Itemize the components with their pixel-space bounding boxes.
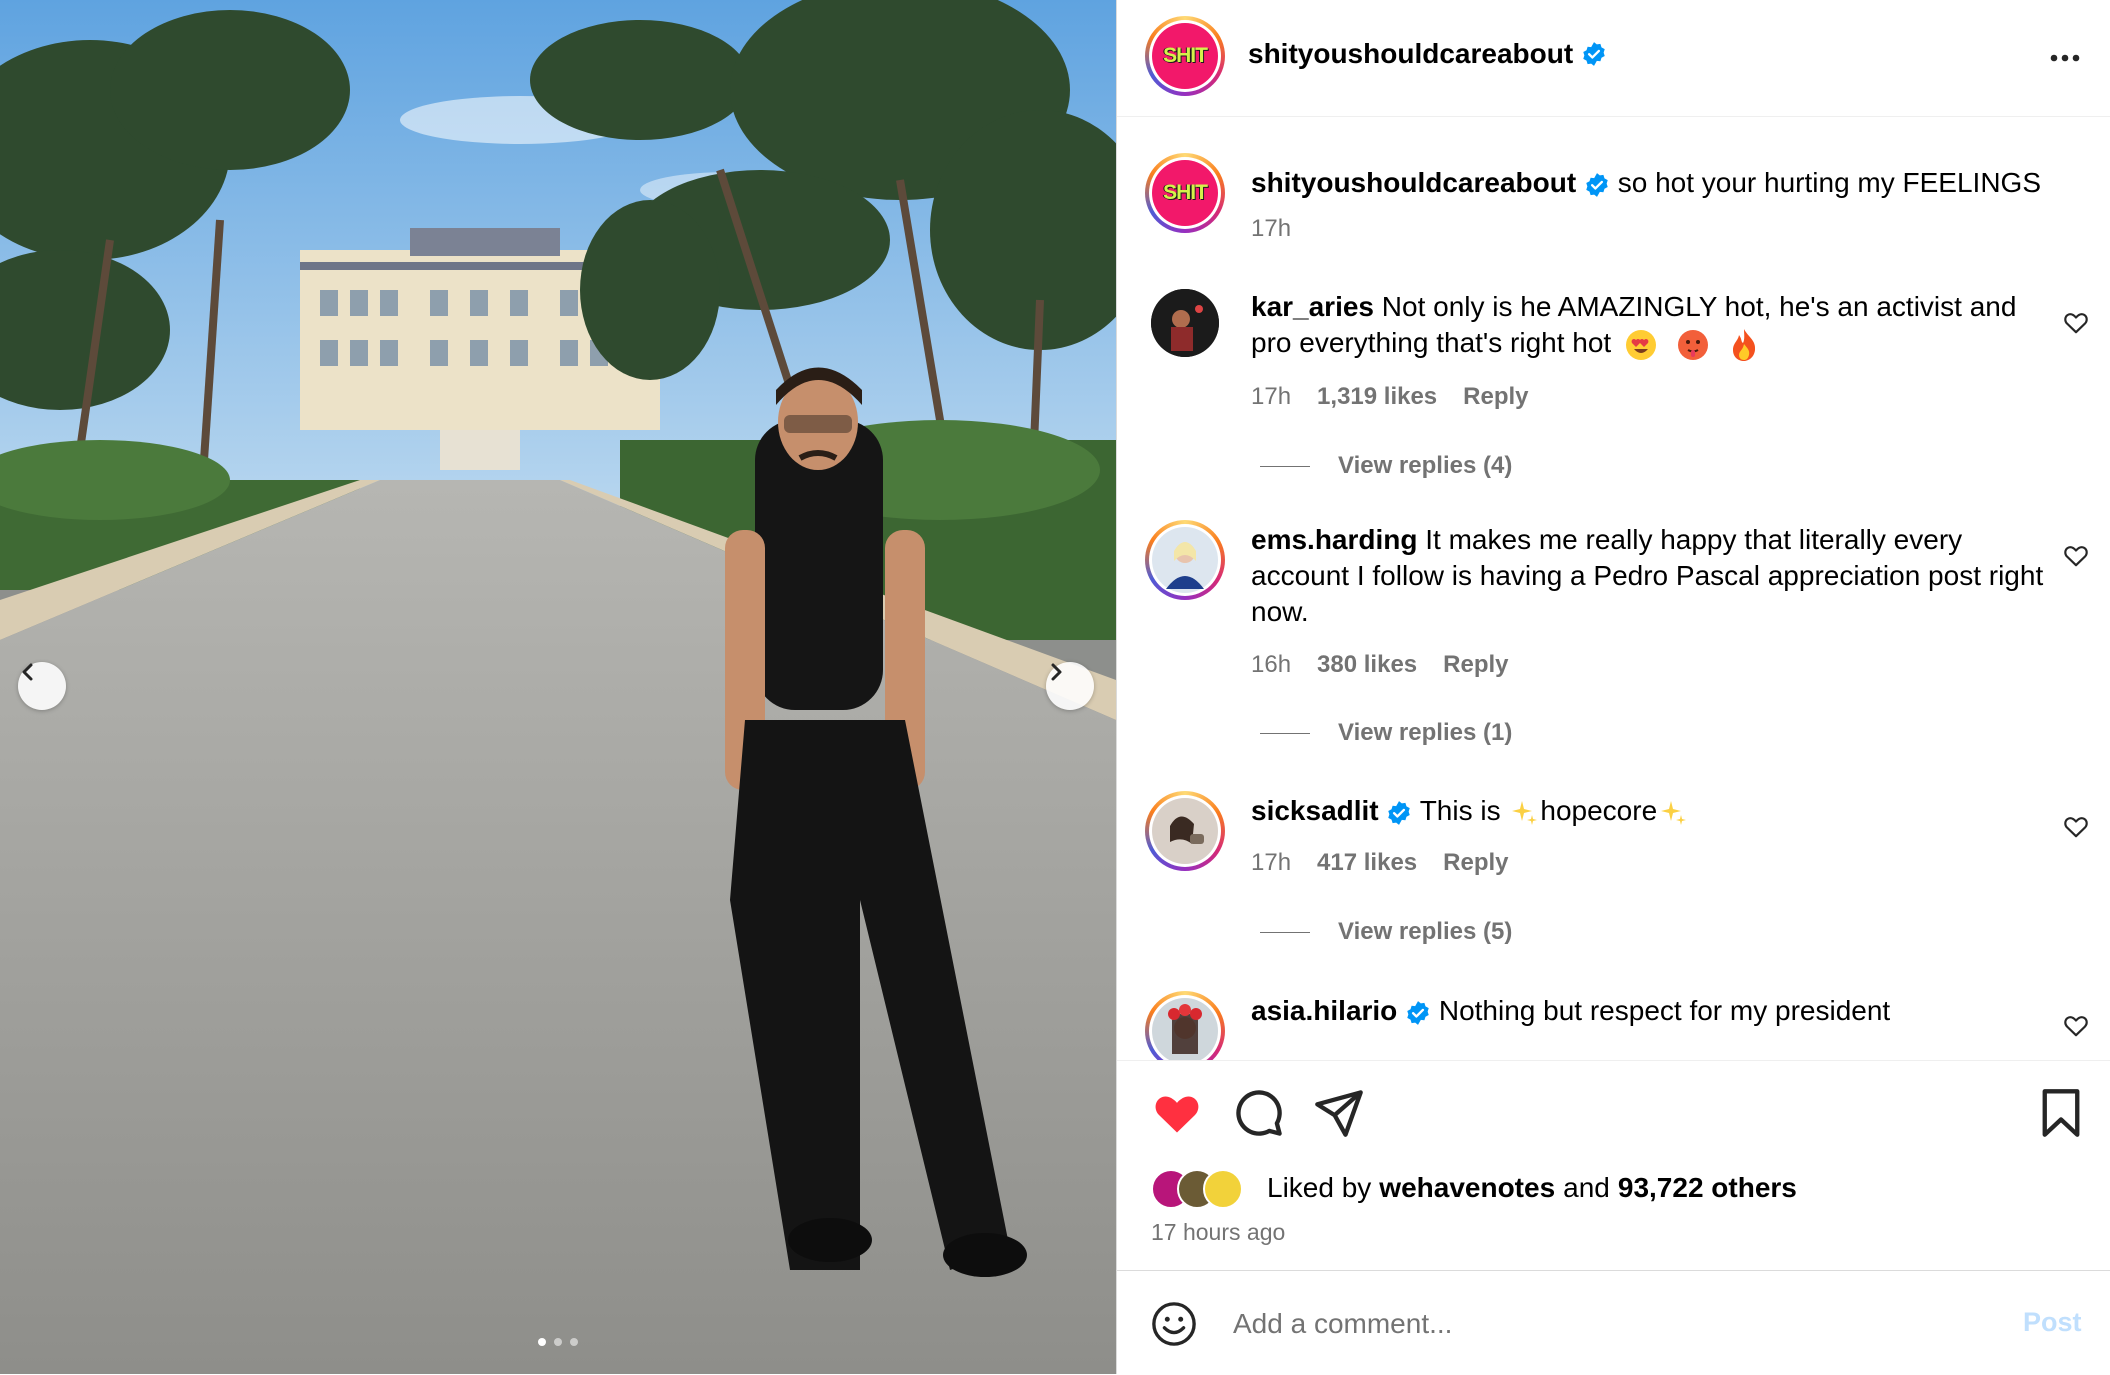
- comment-time: 17h: [1251, 383, 1292, 410]
- photo-illustration: [0, 0, 1116, 1374]
- view-replies-button[interactable]: View replies (1): [1260, 719, 1512, 747]
- chevron-left-icon: [22, 663, 33, 681]
- post-photo[interactable]: [0, 0, 1116, 1374]
- chevron-right-icon: [1051, 663, 1062, 681]
- more-horizontal-icon: [2050, 54, 2080, 62]
- caption: shityoushouldcareabout so hot your hurti…: [1251, 165, 2051, 201]
- replies-divider: [1260, 931, 1310, 933]
- comment-text-mid: hopecore: [1540, 795, 1658, 826]
- post-time-ago[interactable]: 17 hours ago: [1151, 1219, 1285, 1246]
- hot-face-emoji-icon: [1677, 329, 1708, 360]
- heart-eyes-emoji-icon: [1626, 329, 1656, 360]
- liked-by-avatars: [1151, 1169, 1259, 1209]
- comment-meta: 16h 380 likes Reply: [1251, 651, 1509, 679]
- carousel-dot: [554, 1338, 562, 1346]
- caption-logo-text: SHIT: [1163, 181, 1208, 204]
- replies-divider: [1260, 732, 1310, 734]
- comment-like-heart-icon[interactable]: [2063, 814, 2089, 840]
- comment-likes[interactable]: 1,319 likes: [1317, 383, 1437, 411]
- comment-text: Nothing but respect for my president: [1438, 995, 1891, 1026]
- liked-by-and: and: [1563, 1172, 1610, 1203]
- liker-avatar: [1203, 1169, 1243, 1209]
- commenter-avatar[interactable]: [1145, 520, 1225, 600]
- bookmark-icon[interactable]: [2039, 1087, 2083, 1139]
- avatar-photo: [1152, 527, 1218, 593]
- view-replies-label: View replies (5): [1338, 918, 1513, 945]
- comment-bubble-icon[interactable]: [1233, 1087, 1285, 1139]
- comment-like-heart-icon[interactable]: [2063, 1013, 2089, 1039]
- comment-1: kar_aries Not only is he AMAZINGLY hot, …: [1251, 289, 2051, 362]
- caption-time: 17h: [1251, 215, 1292, 242]
- caption-meta: 17h: [1251, 215, 1291, 243]
- comment-4: asia.hilario Nothing but respect for my …: [1251, 993, 2051, 1029]
- comment-like-heart-icon[interactable]: [2063, 310, 2089, 336]
- comment-username[interactable]: kar_aries: [1251, 291, 1374, 322]
- view-replies-label: View replies (1): [1338, 719, 1513, 746]
- caption-text: so hot your hurting my FEELINGS: [1617, 167, 2041, 198]
- verified-badge-icon: [1583, 42, 1605, 66]
- verified-badge-icon: [1407, 1000, 1429, 1025]
- sparkles-emoji-icon: [1512, 800, 1538, 825]
- caption-username[interactable]: shityoushouldcareabout: [1251, 167, 1576, 198]
- comments-list[interactable]: SHIT shityoushouldcareabout so hot your …: [1117, 117, 2110, 1060]
- carousel-next-button[interactable]: [1046, 662, 1094, 710]
- comment-like-heart-icon[interactable]: [2063, 543, 2089, 569]
- avatar-photo: [1151, 289, 1219, 357]
- liked-by-others[interactable]: 93,722 others: [1618, 1172, 1797, 1204]
- liked-by-user[interactable]: wehavenotes: [1379, 1172, 1555, 1204]
- avatar-photo: [1152, 798, 1218, 864]
- author-avatar[interactable]: SHIT: [1145, 16, 1225, 96]
- comment-reply-button[interactable]: Reply: [1463, 383, 1528, 411]
- comment-time: 16h: [1251, 651, 1292, 678]
- comment-username[interactable]: ems.harding: [1251, 524, 1417, 555]
- comment-meta: 17h 417 likes Reply: [1251, 849, 1509, 877]
- comment-likes[interactable]: 380 likes: [1317, 651, 1417, 679]
- comment-username[interactable]: asia.hilario: [1251, 995, 1397, 1026]
- author-username[interactable]: shityoushouldcareabout: [1248, 38, 1573, 70]
- instagram-post-view: SHIT shityoushouldcareabout SHIT shityou…: [0, 0, 2110, 1374]
- post-actions: Liked by wehavenotes and 93,722 others 1…: [1117, 1060, 2110, 1271]
- comment-meta: 17h 1,319 likes Reply: [1251, 383, 1529, 411]
- commenter-avatar[interactable]: [1151, 289, 1219, 357]
- comment-likes[interactable]: 417 likes: [1317, 849, 1417, 877]
- verified-badge-icon: [1388, 800, 1411, 825]
- comment-reply-button[interactable]: Reply: [1443, 651, 1508, 679]
- commenter-avatar[interactable]: [1145, 991, 1225, 1060]
- avatar-photo: [1152, 998, 1218, 1060]
- view-replies-button[interactable]: View replies (5): [1260, 918, 1512, 946]
- liked-by-prefix: Liked by: [1267, 1172, 1372, 1203]
- comment-input[interactable]: [1231, 1301, 1975, 1347]
- smiley-icon[interactable]: [1151, 1301, 1197, 1347]
- liked-by: Liked by wehavenotes and 93,722 others: [1151, 1169, 1797, 1209]
- carousel-dot: [570, 1338, 578, 1346]
- comment-3: sicksadlit This is hopecore: [1251, 793, 2051, 829]
- post-header: SHIT shityoushouldcareabout: [1117, 0, 2110, 117]
- verified-badge-icon: [1586, 172, 1608, 197]
- comment-text: This is: [1419, 795, 1501, 826]
- commenter-avatar[interactable]: [1145, 791, 1225, 871]
- post-comment-button[interactable]: Post: [2023, 1307, 2082, 1338]
- view-replies-button[interactable]: View replies (4): [1260, 452, 1512, 480]
- comment-username[interactable]: sicksadlit: [1251, 795, 1379, 826]
- carousel-dots: [0, 1338, 1116, 1346]
- comment-2: ems.harding It makes me really happy tha…: [1251, 522, 2051, 630]
- add-comment-bar: Post: [1117, 1270, 2110, 1375]
- more-options-button[interactable]: [2047, 40, 2083, 81]
- view-replies-label: View replies (4): [1338, 452, 1513, 479]
- comment-reply-button[interactable]: Reply: [1443, 849, 1508, 877]
- paper-plane-icon[interactable]: [1313, 1087, 1365, 1139]
- comment-time: 17h: [1251, 849, 1292, 876]
- fire-emoji-icon: [1732, 328, 1755, 361]
- caption-author-avatar[interactable]: SHIT: [1145, 153, 1225, 233]
- author-logo-text: SHIT: [1163, 44, 1208, 67]
- sparkles-emoji-icon: [1661, 800, 1687, 825]
- post-sidebar: SHIT shityoushouldcareabout SHIT shityou…: [1116, 0, 2110, 1374]
- heart-filled-icon[interactable]: [1151, 1087, 1203, 1139]
- carousel-prev-button[interactable]: [18, 662, 66, 710]
- carousel-dot: [538, 1338, 546, 1346]
- replies-divider: [1260, 465, 1310, 467]
